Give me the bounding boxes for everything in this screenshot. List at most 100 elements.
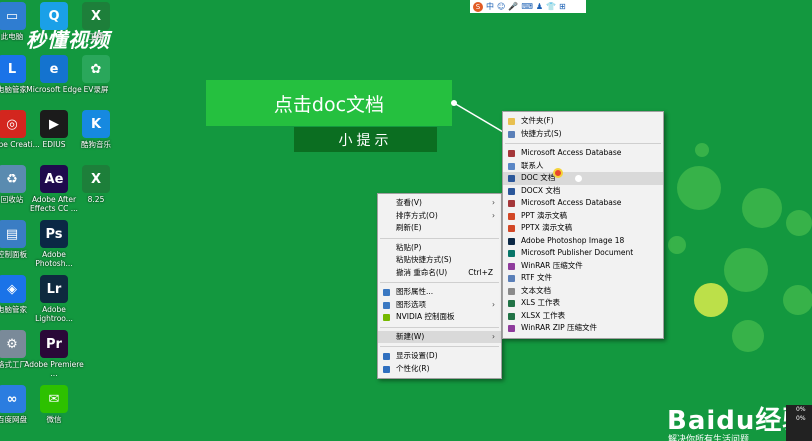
menu-item[interactable]: DOCX 文档 [503,185,663,198]
chevron-right-icon: › [492,198,495,207]
desktop-icon[interactable]: X 8.25 [66,165,126,204]
menu-item[interactable]: Microsoft Access Database [503,147,663,160]
menu-item[interactable]: 显示设置(D) [378,350,501,363]
menu-item[interactable]: 查看(V) › [378,197,501,210]
menu-item[interactable]: RTF 文件 [503,272,663,285]
shirt-icon[interactable]: 👕 [546,2,556,11]
file-type-icon [508,312,515,320]
ime-toolbar[interactable]: S 中 ☺ 🎤 ⌨ ♟ 👕 ⊞ [470,0,586,13]
desktop-icon-label: 酷狗音乐 [81,140,111,149]
chevron-right-icon: › [492,210,495,220]
file-type-icon [508,325,515,332]
menu-item-label: 新建(W) [396,331,425,341]
desktop-context-menu: 查看(V) › 排序方式(O) › 刷新(E) 粘贴(P) 粘贴快捷方式(S) 撤消 重命名(… [377,193,502,379]
menu-item-label: 撤消 重命名(U) [396,267,448,277]
menu-item[interactable]: DOC 文档 [503,172,663,185]
menu-item[interactable]: 图形选项 › [378,299,501,312]
baidu-tagline: 解决你所有生活问题 [668,435,750,441]
menu-item[interactable]: Microsoft Publisher Document [503,247,663,260]
file-type-icon [508,200,515,207]
menu-item[interactable]: 刷新(E) [378,222,501,235]
menu-item-label: PPTX 演示文稿 [521,223,573,232]
desktop-icon[interactable]: ✉ 微信 [24,385,84,424]
desktop-icon-label: Adobe Premiere ... [24,360,84,378]
file-type-icon [508,237,515,245]
file-type-icon [508,162,515,170]
menu-item-label: XLSX 工作表 [521,310,566,320]
menu-item[interactable]: PPT 演示文稿 [503,210,663,223]
menu-item-label: WinRAR ZIP 压缩文件 [521,323,597,332]
file-type-icon [508,275,515,282]
user-icon[interactable]: ♟ [536,2,543,11]
menu-item[interactable]: 快捷方式(S) [503,128,663,141]
file-type-icon [508,150,515,157]
app-icon: Q [40,2,68,30]
menu-item-label: Microsoft Access Database [521,148,622,157]
menu-item[interactable]: 新建(W) › [378,330,501,343]
desktop-icon[interactable]: Ps Adobe Photosh... [24,220,84,268]
desktop-icon[interactable]: Lr Adobe Lightroo... [24,275,84,323]
app-icon: L [0,55,26,83]
app-icon: ∞ [0,385,26,413]
file-type-icon [508,130,515,138]
menu-item-label: 联系人 [521,160,544,170]
mode-label[interactable]: 中 [486,1,494,12]
menu-item[interactable]: 排序方式(O) › [378,210,501,223]
file-type-icon [508,212,515,220]
menu-shortcut: Ctrl+Z [468,267,493,277]
desktop-icon[interactable]: K 酷狗音乐 [66,110,126,149]
desktop-icon[interactable]: X 工作 [66,2,126,41]
file-type-icon [508,262,515,270]
menu-item-label: 刷新(E) [396,223,422,232]
app-icon: Ps [40,220,68,248]
menu-item[interactable]: NVIDIA 控制面板 [378,311,501,324]
menu-item[interactable]: 撤消 重命名(U) Ctrl+Z [378,267,501,280]
app-icon: ▭ [0,2,26,30]
desktop-icon[interactable]: Pr Adobe Premiere ... [24,330,84,378]
file-type-icon [508,175,515,182]
menu-item[interactable]: WinRAR 压缩文件 [503,260,663,273]
menu-item[interactable]: 文本文档 [503,285,663,298]
app-icon: ♻ [0,165,26,193]
menu-item[interactable]: 图形属性... [378,286,501,299]
desktop-icon-label: 工作 [88,32,104,41]
menu-separator [380,346,499,347]
mic-icon[interactable]: 🎤 [508,2,518,11]
menu-item-label: 文本文档 [521,285,551,295]
menu-item[interactable]: XLSX 工作表 [503,310,663,323]
app-icon: X [82,165,110,193]
menu-item-label: 图形选项 [396,299,426,309]
menu-item[interactable]: 文件夹(F) [503,115,663,128]
file-type-icon [383,301,390,309]
sogou-icon[interactable]: S [473,1,483,12]
file-type-icon [508,187,515,195]
app-icon: Lr [40,275,68,303]
menu-item[interactable]: 联系人 [503,160,663,173]
app-icon: Ae [40,165,68,193]
keyboard-icon[interactable]: ⌨ [521,2,533,11]
menu-item[interactable]: WinRAR ZIP 压缩文件 [503,322,663,335]
menu-item-label: 图形属性... [396,287,434,296]
menu-item[interactable]: PPTX 演示文稿 [503,222,663,235]
desktop-icon-label: 此电脑 [0,32,24,41]
menu-item-label: NVIDIA 控制面板 [396,312,455,321]
file-type-icon [508,118,515,125]
menu-item[interactable]: XLS 工作表 [503,297,663,310]
menu-item[interactable]: 粘贴(P) [378,242,501,255]
click-indicator [553,168,563,178]
file-type-icon [383,365,390,373]
desktop-icon[interactable]: ✿ EV录屏 [66,55,126,94]
menu-item-label: 排序方式(O) [396,210,438,220]
emoji-icon[interactable]: ☺ [497,2,505,11]
menu-item[interactable]: Adobe Photoshop Image 18 [503,235,663,248]
file-type-icon [508,287,515,295]
app-icon: Pr [40,330,68,358]
menu-item-label: Adobe Photoshop Image 18 [521,235,625,245]
menu-item[interactable]: Microsoft Access Database [503,197,663,210]
grid-icon[interactable]: ⊞ [559,2,566,11]
app-icon: e [40,55,68,83]
desktop-icon-label: Adobe Lightroo... [35,305,73,323]
menu-item[interactable]: 粘贴快捷方式(S) [378,254,501,267]
menu-item[interactable]: 个性化(R) [378,363,501,376]
menu-item-label: 文件夹(F) [521,116,554,125]
